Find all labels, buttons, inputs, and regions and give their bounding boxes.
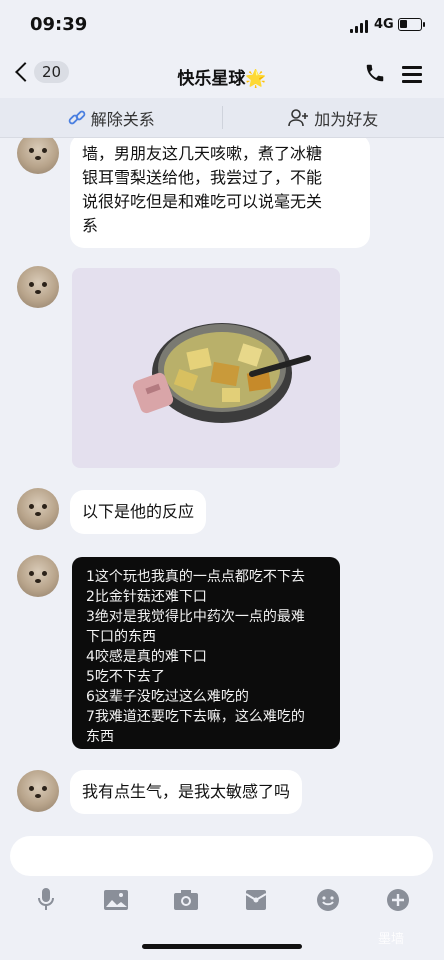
message-bubble[interactable]: 墙，男朋友这几天咳嗽，煮了冰糖 银耳雪梨送给他，我尝过了，不能 说很好吃但是和难…	[70, 138, 370, 248]
message-line: 东西	[86, 729, 114, 745]
toolbar	[0, 882, 444, 918]
message-line: 1这个玩也我真的一点点都吃不下去	[86, 569, 305, 585]
watermark: 墨墙	[378, 932, 405, 947]
add-user-icon	[288, 108, 309, 126]
soup-pot-image	[132, 323, 311, 423]
message-line: 5吃不下去了	[86, 669, 165, 685]
battery-icon	[398, 18, 425, 31]
plus-icon[interactable]	[384, 886, 412, 914]
message-line: 6这辈子没吃过这么难吃的	[86, 689, 249, 705]
phone-icon[interactable]	[364, 62, 386, 84]
message-input[interactable]	[10, 836, 433, 876]
message-bubble-dark[interactable]: 1这个玩也我真的一点点都吃不下去 2比金针菇还难下口 3绝对是我觉得比中药次一点…	[72, 557, 340, 749]
add-friend-label: 加为好友	[314, 109, 379, 129]
chat-header: 20 快乐星球🌟	[0, 52, 444, 98]
avatar[interactable]	[17, 555, 59, 597]
camera-icon[interactable]	[172, 886, 200, 914]
avatar[interactable]	[17, 488, 59, 530]
message-line: 以下是他的反应	[82, 502, 195, 521]
message-bubble[interactable]: 我有点生气，是我太敏感了吗	[70, 770, 303, 814]
message-line: 我有点生气，是我太敏感了吗	[82, 782, 291, 801]
message-image[interactable]	[72, 268, 340, 468]
status-bar: 09:39 4G	[0, 0, 444, 52]
avatar[interactable]	[17, 266, 59, 308]
link-icon	[68, 110, 86, 124]
unread-badge: 20	[34, 61, 70, 83]
chat-title-text: 快乐星球	[177, 69, 246, 89]
back-button[interactable]: 20	[12, 61, 70, 83]
message-line: 系	[82, 216, 99, 235]
avatar[interactable]	[17, 138, 59, 174]
emoji-icon[interactable]	[314, 886, 342, 914]
chevron-left-icon	[15, 62, 35, 82]
avatar[interactable]	[17, 770, 59, 812]
status-time: 09:39	[30, 14, 88, 35]
message-line: 3绝对是我觉得比中药次一点的最难	[86, 609, 305, 625]
message-line: 7我难道还要吃下去嘛，这么难吃的	[86, 709, 305, 725]
message-line: 说很好吃但是和难吃可以说毫无关	[82, 192, 323, 211]
chat-list[interactable]: 墙，男朋友这几天咳嗽，煮了冰糖 银耳雪梨送给他，我尝过了，不能 说很好吃但是和难…	[0, 138, 444, 828]
unbind-label: 解除关系	[90, 109, 155, 129]
message-line: 2比金针菇还难下口	[86, 589, 207, 605]
message-line: 银耳雪梨送给他，我尝过了，不能	[82, 168, 323, 187]
add-friend-button[interactable]: 加为好友	[223, 98, 444, 137]
microphone-icon[interactable]	[32, 886, 60, 914]
message-line: 下口的东西	[86, 629, 156, 645]
message-line: 墙，男朋友这几天咳嗽，煮了冰糖	[82, 144, 323, 163]
image-icon[interactable]	[102, 886, 130, 914]
message-bubble[interactable]: 以下是他的反应	[70, 490, 207, 534]
relation-bar: 解除关系 加为好友	[0, 98, 444, 138]
message-line: 4咬感是真的难下口	[86, 649, 207, 665]
signal-icon	[350, 20, 370, 33]
menu-icon[interactable]	[402, 66, 422, 83]
red-packet-icon[interactable]	[242, 886, 270, 914]
home-indicator[interactable]	[142, 944, 302, 949]
unbind-button[interactable]: 解除关系	[0, 98, 222, 137]
star-icon: 🌟	[245, 69, 267, 89]
network-type: 4G	[374, 17, 394, 32]
